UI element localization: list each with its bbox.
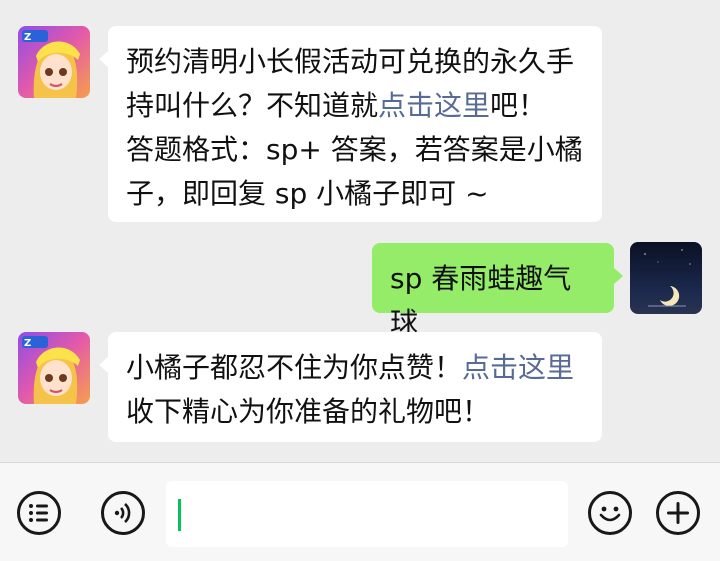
message-line: 持叫什么？不知道就点击这里吧！: [126, 89, 547, 122]
chat-area: Z 预约清明小长假活动可兑换的永久手 持叫什么？不知道就点击这里吧！ 答题格式：…: [0, 0, 720, 462]
game-avatar[interactable]: Z: [18, 26, 90, 98]
add-button[interactable]: [656, 491, 700, 535]
text-cursor: [178, 499, 181, 531]
bubble-tail: [613, 267, 623, 285]
plus-icon: [667, 502, 689, 524]
message-composer: [0, 462, 720, 561]
message-text: sp 春雨蛙趣气球: [390, 262, 572, 339]
message-input[interactable]: [166, 481, 568, 547]
voice-button[interactable]: [101, 491, 145, 535]
emoji-button[interactable]: [588, 491, 632, 535]
message-bubble-outgoing: sp 春雨蛙趣气球: [372, 243, 623, 339]
emoji-icon: [599, 506, 621, 522]
svg-text:Z: Z: [24, 32, 31, 43]
message-line: 答题格式：sp+ 答案，若答案是小橘: [126, 133, 583, 166]
message-line: 子，即回复 sp 小橘子即可 ~: [126, 177, 489, 210]
game-character-avatar-image: Z: [18, 332, 90, 404]
message-line: 小橘子都忍不住为你点赞！点击这里: [126, 351, 575, 384]
menu-button[interactable]: [17, 491, 61, 535]
night-moon-avatar-image: [630, 242, 702, 314]
message-bubble-incoming: 预约清明小长假活动可兑换的永久手 持叫什么？不知道就点击这里吧！ 答题格式：sp…: [99, 26, 602, 222]
game-avatar[interactable]: Z: [18, 332, 90, 404]
click-here-link[interactable]: 点击这里: [462, 351, 574, 384]
click-here-link[interactable]: 点击这里: [378, 89, 490, 122]
message-line: 预约清明小长假活动可兑换的永久手: [126, 45, 575, 78]
svg-text:Z: Z: [24, 338, 31, 349]
voice-icon: [114, 503, 131, 523]
list-menu-icon: [29, 504, 48, 522]
user-avatar[interactable]: [630, 242, 702, 314]
message-line: 收下精心为你准备的礼物吧！: [126, 395, 491, 428]
bubble-tail: [99, 356, 109, 374]
message-bubble-incoming: 小橘子都忍不住为你点赞！点击这里 收下精心为你准备的礼物吧！: [99, 332, 602, 442]
game-character-avatar-image: Z: [18, 26, 90, 98]
bubble-tail: [99, 50, 109, 68]
